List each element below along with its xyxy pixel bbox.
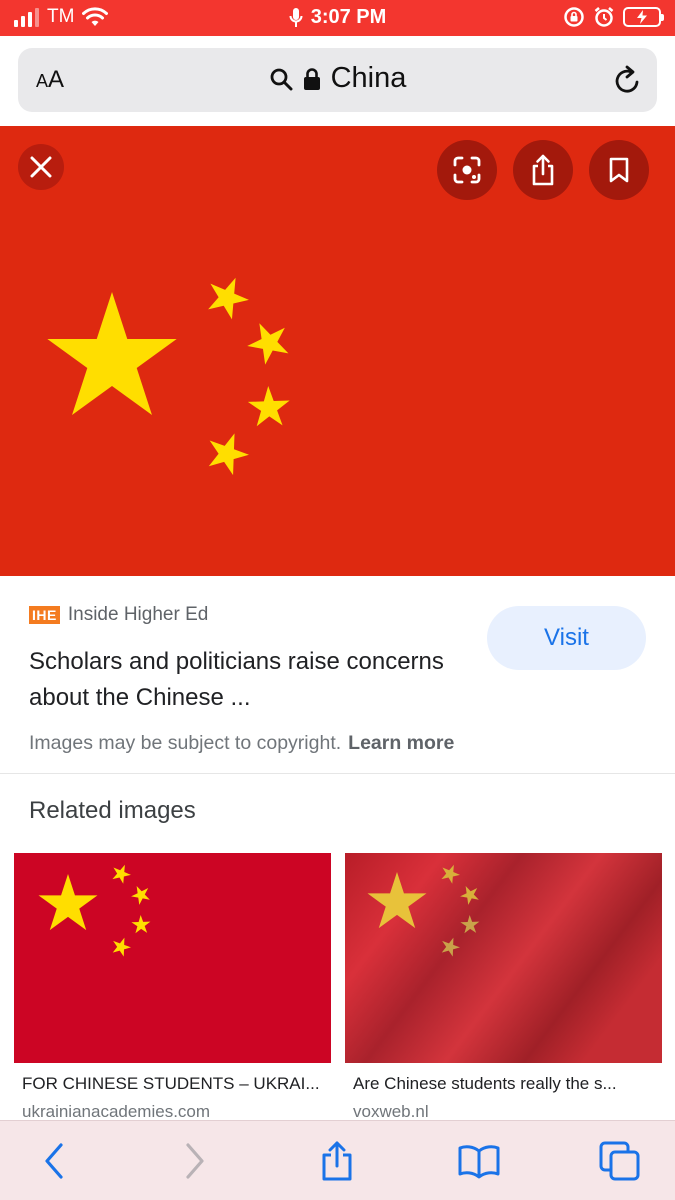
lock-icon xyxy=(303,67,320,90)
related-site-1: ukrainianacademies.com xyxy=(22,1102,211,1121)
lens-icon xyxy=(453,156,481,184)
result-details: IHE Inside Higher Ed Scholars and politi… xyxy=(0,576,675,774)
related-images-heading: Related images xyxy=(29,797,196,824)
china-flag-image xyxy=(0,126,675,576)
share-icon xyxy=(532,154,554,186)
waving-china-flag-thumbnail xyxy=(345,853,662,1063)
status-time: 3:07 PM xyxy=(310,6,387,28)
address-bar[interactable]: AA China xyxy=(18,48,657,112)
back-button[interactable] xyxy=(32,1139,76,1183)
forward-button[interactable] xyxy=(173,1139,217,1183)
learn-more-link[interactable]: Learn more xyxy=(348,732,454,755)
related-title-1[interactable]: FOR CHINESE STUDENTS – UKRAI... xyxy=(22,1074,332,1094)
related-title-2[interactable]: Are Chinese students really the s... xyxy=(353,1074,663,1094)
microphone-icon xyxy=(289,7,303,27)
address-query: China xyxy=(330,62,407,94)
bookmarks-button[interactable] xyxy=(457,1139,501,1183)
visit-button[interactable]: Visit xyxy=(487,606,646,670)
bottom-toolbar xyxy=(0,1120,675,1200)
close-button[interactable] xyxy=(18,144,64,190)
rotation-lock-icon xyxy=(564,7,584,27)
china-flag-thumbnail xyxy=(14,853,331,1063)
alarm-icon xyxy=(594,7,614,27)
copyright-notice: Images may be subject to copyright. Lear… xyxy=(29,732,454,755)
tabs-button[interactable] xyxy=(598,1139,642,1183)
result-headline[interactable]: Scholars and politicians raise concerns … xyxy=(29,644,469,716)
close-icon xyxy=(30,156,52,178)
tabs-icon xyxy=(599,1141,640,1181)
share-icon xyxy=(322,1141,352,1181)
related-image-2[interactable] xyxy=(345,853,662,1063)
back-icon xyxy=(45,1143,63,1179)
share-button[interactable] xyxy=(513,140,573,200)
lens-button[interactable] xyxy=(437,140,497,200)
battery-charging-icon xyxy=(623,7,664,27)
reload-icon[interactable] xyxy=(613,64,643,96)
bookmark-button[interactable] xyxy=(589,140,649,200)
copyright-text: Images may be subject to copyright. xyxy=(29,732,342,754)
source-name: Inside Higher Ed xyxy=(67,604,209,625)
source-logo: IHE xyxy=(29,606,60,624)
related-site-2: voxweb.nl xyxy=(353,1102,429,1121)
source-row[interactable]: IHE Inside Higher Ed xyxy=(29,604,208,626)
forward-icon xyxy=(186,1143,204,1179)
bookmark-icon xyxy=(609,157,629,183)
bookmarks-icon xyxy=(458,1145,500,1179)
related-image-1[interactable] xyxy=(14,853,331,1063)
status-bar: TM 3:07 PM xyxy=(0,0,675,36)
share-page-button[interactable] xyxy=(315,1139,359,1183)
search-icon xyxy=(270,68,293,90)
address-bar-area: AA China xyxy=(0,36,675,126)
preview-image[interactable] xyxy=(0,126,675,576)
